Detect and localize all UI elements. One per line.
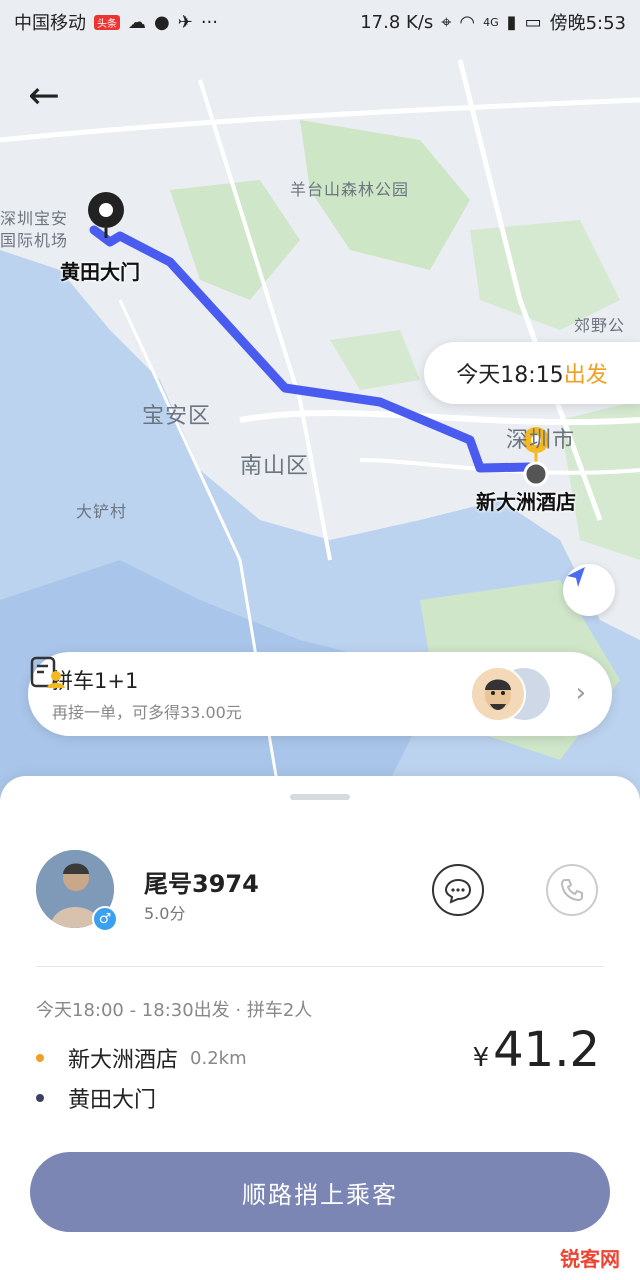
location-icon: ⌖ <box>441 11 452 33</box>
gender-male-icon: ♂ <box>92 906 118 932</box>
message-button[interactable] <box>432 864 484 916</box>
chat-bubble-icon <box>444 878 472 904</box>
carpool-avatars <box>470 666 552 722</box>
currency-symbol: ¥ <box>472 1043 490 1073</box>
passenger-rating: 5.0分 <box>144 904 186 923</box>
passenger-name: 尾号3974 <box>144 870 259 898</box>
dropoff-dot-icon <box>36 1094 44 1102</box>
departure-time-bubble: 今天18:15 出发 <box>424 342 640 404</box>
pickup-row: 新大洲酒店 0.2km <box>36 1042 247 1074</box>
carrier-label: 中国移动 <box>14 13 86 34</box>
locate-button[interactable] <box>563 564 615 616</box>
back-arrow-icon[interactable]: ← <box>28 70 78 120</box>
send-icon: ✈ <box>177 11 193 33</box>
network-label: 4G <box>483 15 499 29</box>
news-badge: 头条 <box>94 14 120 30</box>
call-button[interactable] <box>546 864 598 916</box>
status-bar: 中国移动 头条 ☁ ● ✈ ··· 17.8 K/s ⌖ ◠ 4G ▮ ▭ 傍晚… <box>0 0 640 44</box>
trip-price: ¥41.2 <box>473 1022 600 1078</box>
map-place-airport: 深圳宝安国际机场 <box>0 209 69 250</box>
pickup-passenger-button[interactable]: 顺路捎上乘客 <box>30 1152 610 1232</box>
origin-label: 黄田大门 <box>60 260 140 284</box>
drag-handle[interactable] <box>290 794 350 800</box>
speed-label: 17.8 K/s <box>360 11 434 33</box>
carpool-icon <box>30 656 65 688</box>
site-watermark: 锐客网 <box>560 1247 620 1271</box>
battery-icon: ▭ <box>524 11 542 33</box>
more-icon: ··· <box>200 11 218 33</box>
map-place-shenzhen: 深圳市 <box>506 428 576 453</box>
face-icon <box>485 679 511 710</box>
map-place-nanshan: 南山区 <box>240 454 310 479</box>
map-place-park: 羊台山森林公园 <box>290 180 410 199</box>
map-view[interactable]: 中国移动 头条 ☁ ● ✈ ··· 17.8 K/s ⌖ ◠ 4G ▮ ▭ 傍晚… <box>0 0 640 800</box>
signal-icon: ▮ <box>506 11 517 33</box>
destination-label: 新大洲酒店 <box>476 490 576 514</box>
avatar <box>470 666 526 722</box>
carpool-title: 拼车1+1 <box>52 669 139 693</box>
divider <box>36 966 604 967</box>
chevron-right-icon: › <box>575 678 586 708</box>
wifi-icon: ◠ <box>459 11 476 33</box>
map-place-baoan: 宝安区 <box>142 404 212 429</box>
carpool-card[interactable]: 拼车1+1 再接一单，可多得33.00元 › <box>28 652 612 736</box>
departure-word: 出发 <box>563 363 608 388</box>
trip-info: 今天18:00 - 18:30出发 · 拼车2人 <box>36 1000 313 1021</box>
dropoff-name: 黄田大门 <box>68 1088 157 1113</box>
pickup-dot-icon <box>36 1054 44 1062</box>
pickup-distance: 0.2km <box>190 1047 247 1069</box>
map-place-dachan: 大铲村 <box>76 502 128 521</box>
price-value: 41.2 <box>493 1022 600 1078</box>
navigation-arrow-icon <box>567 567 585 587</box>
app-icon: ☁ <box>128 11 146 33</box>
departure-time: 今天18:15 <box>456 363 564 388</box>
order-sheet: ♂ 尾号3974 5.0分 今天18:00 - 18:30出发 · 拼车2人 新… <box>0 776 640 1280</box>
carpool-subtitle: 再接一单，可多得33.00元 <box>52 703 242 722</box>
chat-icon: ● <box>154 11 170 33</box>
phone-icon <box>560 879 583 902</box>
time-label: 傍晚5:53 <box>549 13 626 34</box>
dropoff-row: 黄田大门 <box>36 1082 156 1114</box>
pickup-name: 新大洲酒店 <box>68 1048 179 1073</box>
